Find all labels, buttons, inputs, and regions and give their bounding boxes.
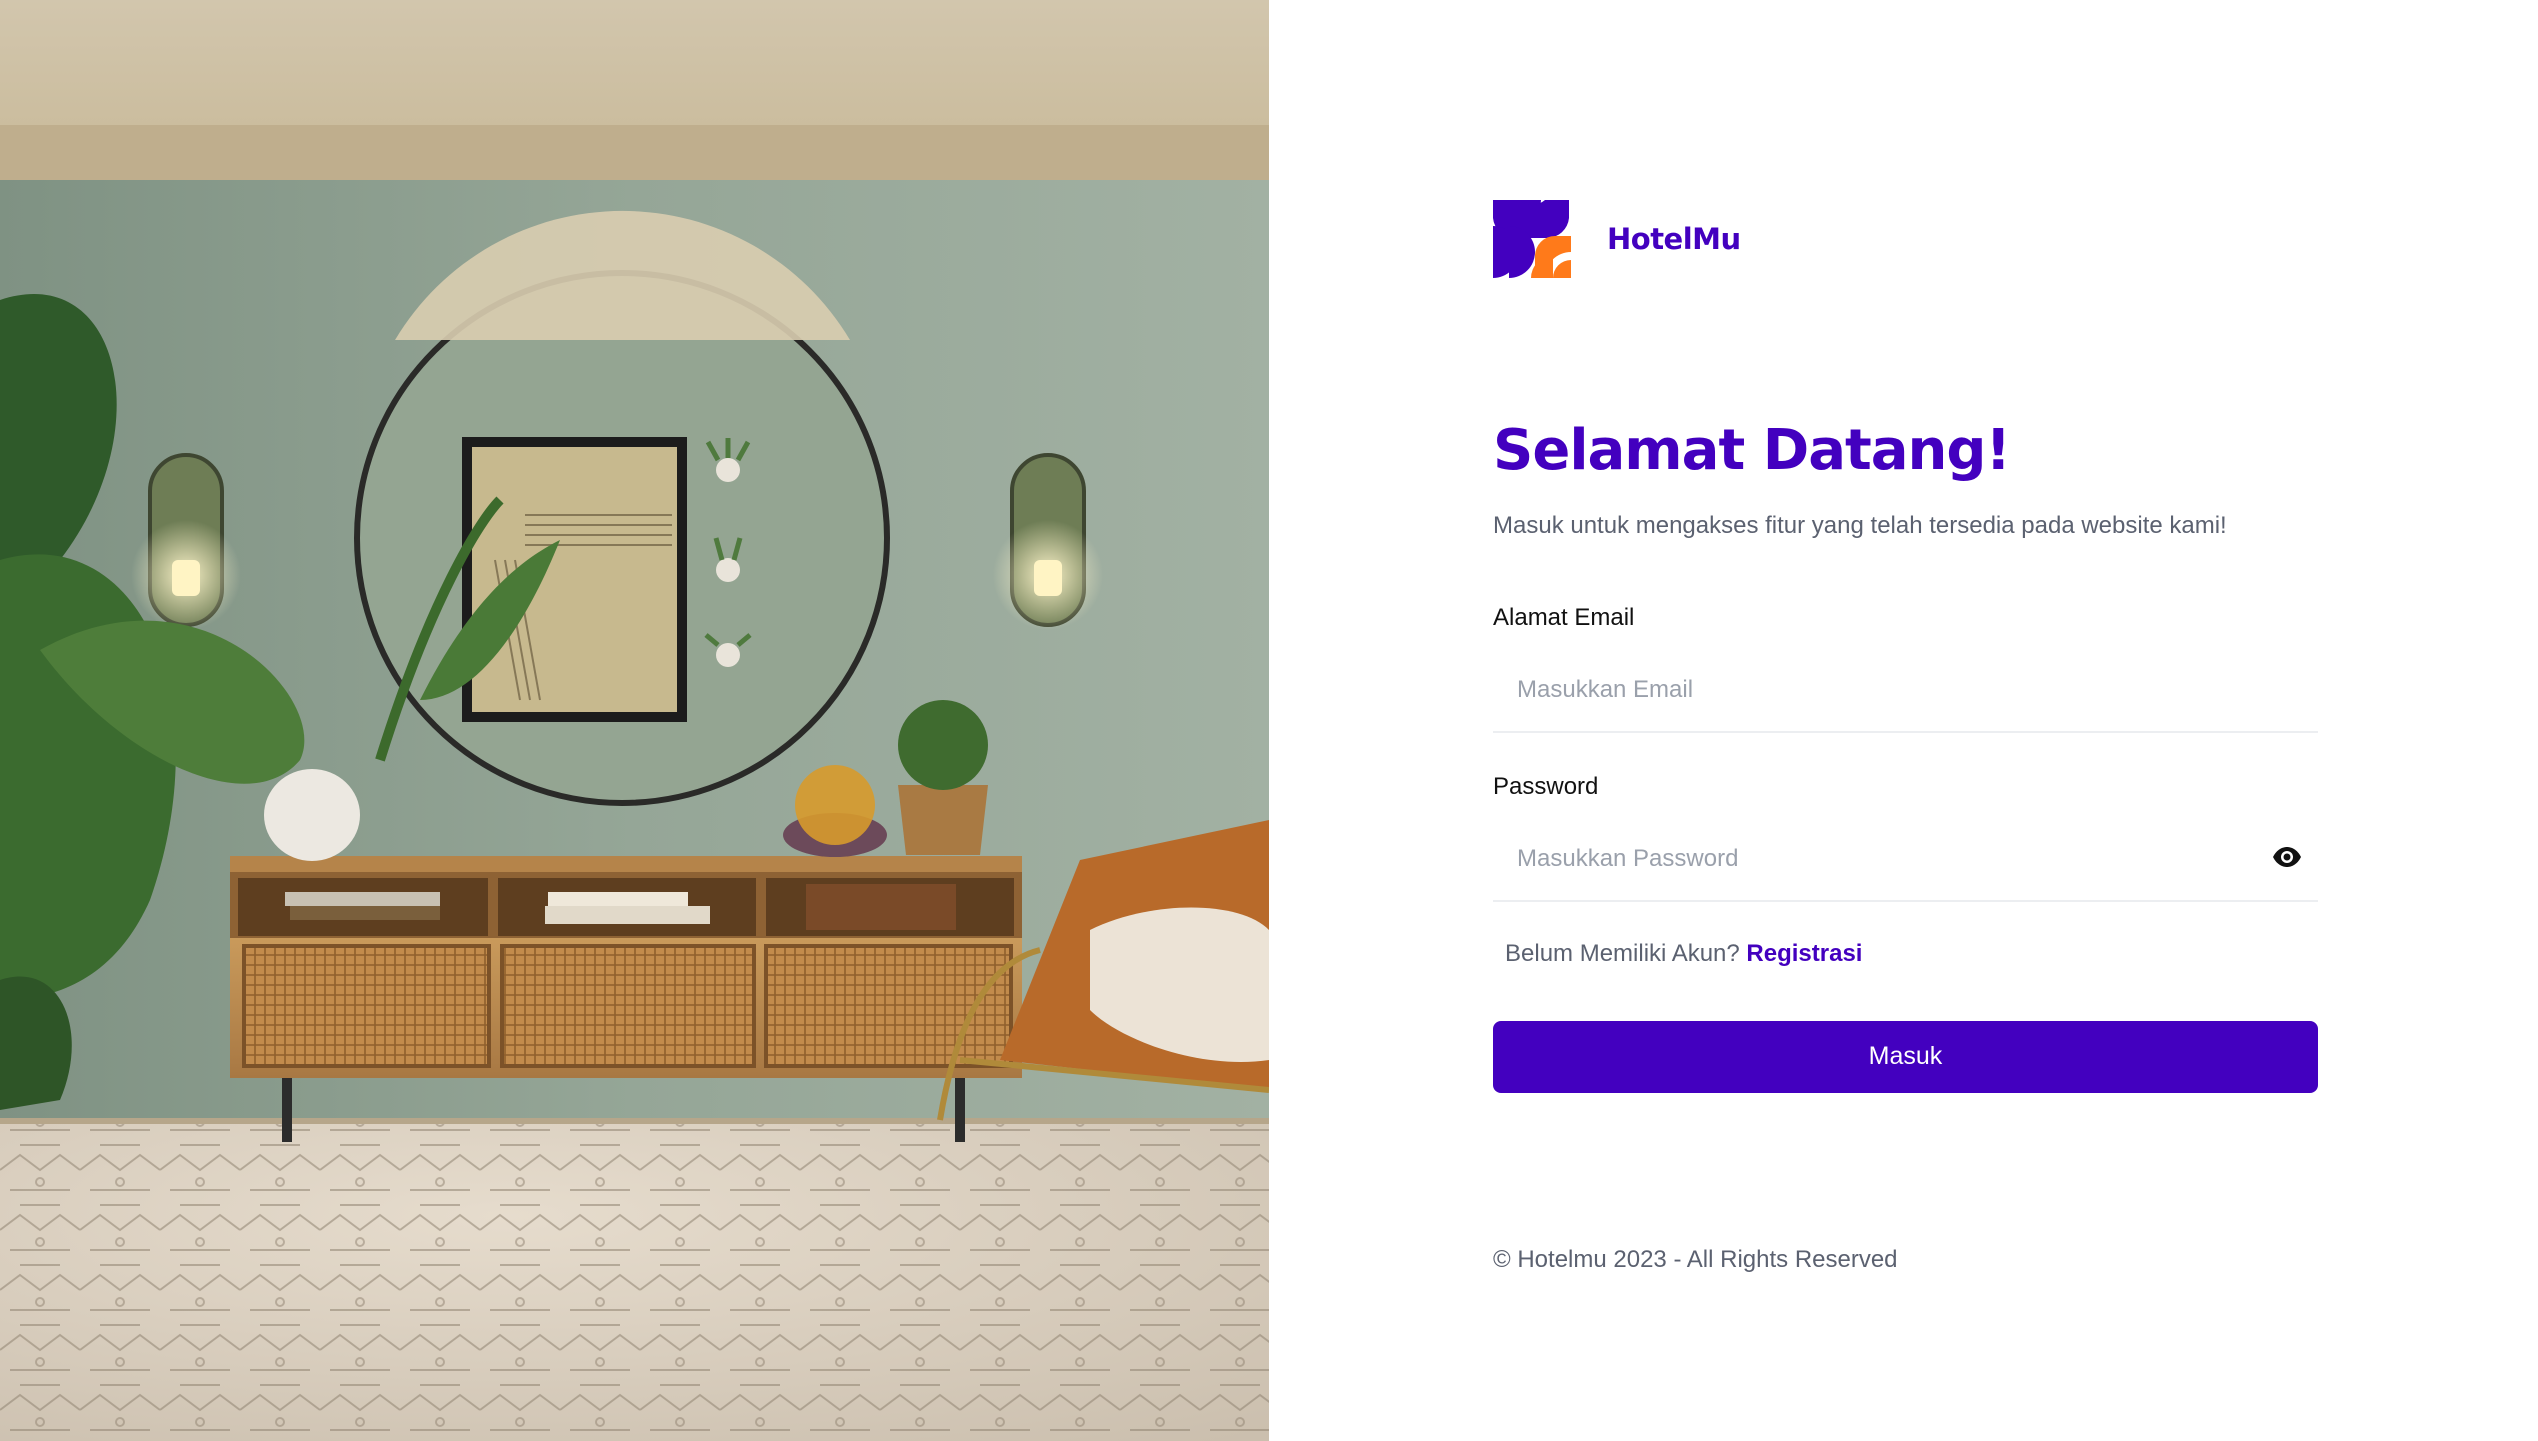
hero-illustration (0, 0, 1269, 1441)
email-label: Alamat Email (1493, 604, 1635, 632)
login-button[interactable]: Masuk (1493, 1020, 2318, 1093)
register-prompt-text: Belum Memiliki Akun? (1505, 939, 1740, 967)
password-input[interactable] (1493, 817, 2318, 900)
hero-photo (0, 0, 1269, 1441)
footer-copyright: © Hotelmu 2023 - All Rights Reserved (1493, 1246, 1898, 1273)
register-link[interactable]: Registrasi (1746, 940, 1862, 967)
eye-icon[interactable] (2272, 846, 2302, 868)
page-subtitle: Masuk untuk mengakses fitur yang telah t… (1493, 511, 2227, 539)
register-prompt: Belum Memiliki Akun? Registrasi (1505, 940, 2318, 969)
page-title: Selamat Datang! (1493, 418, 2011, 483)
hotelmu-logo-icon (1493, 200, 1571, 278)
password-label: Password (1493, 773, 1599, 801)
password-field-wrapper (1493, 817, 2318, 902)
login-panel: HotelMu Selamat Datang! Masuk untuk meng… (1269, 0, 2538, 1441)
email-field-wrapper (1493, 649, 2318, 734)
brand-name: HotelMu (1607, 222, 1741, 256)
email-input[interactable] (1493, 649, 2318, 732)
login-form-container: HotelMu Selamat Datang! Masuk untuk meng… (1493, 200, 2318, 1093)
brand-header: HotelMu (1493, 200, 2318, 278)
